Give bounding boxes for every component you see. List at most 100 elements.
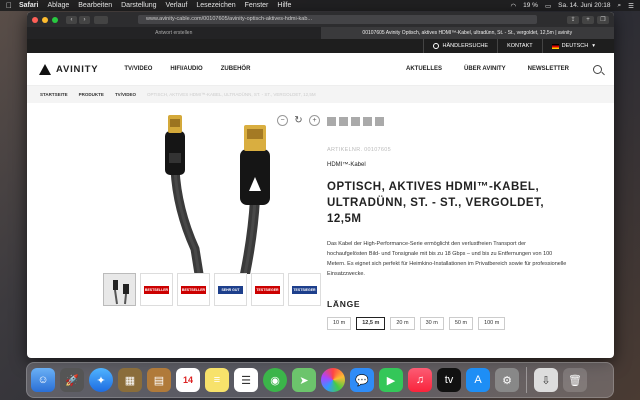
calendar-icon[interactable]: 14: [176, 368, 200, 392]
nav-tv-video[interactable]: TV/VIDEO: [124, 66, 152, 72]
downloads-icon[interactable]: ⇩: [534, 368, 558, 392]
menu-verlauf[interactable]: Verlauf: [166, 2, 188, 9]
finder-icon[interactable]: ☺: [31, 368, 55, 392]
menu-app[interactable]: Safari: [19, 2, 38, 9]
product-description: Das Kabel der High-Performance-Serie erm…: [327, 241, 567, 277]
rotate-icon[interactable]: ↻: [293, 115, 304, 126]
product-title: OPTISCH, AKTIVES HDMI™-KABEL, ULTRADÜNN,…: [327, 181, 545, 225]
nav-ueber-avinity[interactable]: ÜBER AVINITY: [464, 66, 506, 72]
avinity-logo[interactable]: AVINITY: [39, 63, 99, 75]
trash-icon[interactable]: 🗑: [563, 368, 587, 392]
length-option-30m[interactable]: 30 m: [419, 317, 444, 330]
nav-aktuelles[interactable]: AKTUELLES: [406, 66, 442, 72]
dealer-search-label: HÄNDLERSUCHE: [442, 43, 489, 49]
thumbnail-3[interactable]: BESTSELLER: [177, 273, 210, 306]
length-option-100m[interactable]: 100 m: [478, 317, 506, 330]
battery-percent[interactable]: 19 %: [523, 2, 538, 9]
wifi-icon[interactable]: ◠: [510, 2, 516, 10]
close-window-button[interactable]: [32, 16, 38, 23]
nav-zubehoer[interactable]: ZUBEHÖR: [221, 66, 251, 72]
cable-thumbnail-icon: [113, 280, 129, 305]
notes-book-icon[interactable]: ▤: [147, 368, 171, 392]
nav-hifi-audio[interactable]: HIFI/AUDIO: [170, 66, 202, 72]
german-flag-icon: [551, 43, 559, 49]
menu-fenster[interactable]: Fenster: [245, 2, 269, 9]
sidebar-toggle-button[interactable]: [94, 15, 108, 24]
length-option-20m[interactable]: 20 m: [390, 317, 415, 330]
zoom-out-icon[interactable]: −: [277, 115, 288, 126]
thumbnail-4[interactable]: SEHR GUT: [214, 273, 247, 306]
facetime-icon[interactable]: ▶: [379, 368, 403, 392]
menu-lesezeichen[interactable]: Lesezeichen: [196, 2, 235, 9]
history-nav: ‹ ›: [66, 15, 90, 24]
length-label: LÄNGE: [327, 299, 361, 309]
avinity-logo-mark-icon: [39, 63, 51, 75]
app-store-icon[interactable]: A: [466, 368, 490, 392]
launchpad-icon[interactable]: 🚀: [60, 368, 84, 392]
zoom-in-icon[interactable]: +: [309, 115, 320, 126]
control-center-icon[interactable]: ☰: [628, 2, 634, 10]
breadcrumb-startseite[interactable]: STARTSEITE: [40, 92, 68, 97]
music-icon[interactable]: ♫: [408, 368, 432, 392]
nav-newsletter[interactable]: NEWSLETTER: [528, 66, 569, 72]
length-option-10m[interactable]: 10 m: [327, 317, 352, 330]
product-image[interactable]: [127, 109, 327, 274]
chevron-down-icon: ▾: [592, 43, 595, 49]
swatch[interactable]: [363, 117, 372, 126]
contact-link[interactable]: KONTAKT: [497, 39, 542, 53]
tab-bar: Antwort erstellen 00107605 Avinity Optis…: [27, 27, 614, 39]
safari-icon[interactable]: ✦: [89, 368, 113, 392]
apple-tv-icon[interactable]: tv: [437, 368, 461, 392]
thumbnail-6[interactable]: TESTSIEGER: [288, 273, 321, 306]
address-bar[interactable]: www.avinity-cable.com/00107605/avinity-o…: [138, 15, 537, 24]
window-controls: [32, 16, 58, 23]
maps-icon[interactable]: ➤: [292, 368, 316, 392]
thumbnail-1[interactable]: [103, 273, 136, 306]
breadcrumb-current: OPTISCH, AKTIVES HDMI™-KABEL, ULTRADÜNN,…: [146, 92, 316, 97]
clock[interactable]: Sa. 14. Juni 20:18: [558, 2, 610, 9]
breadcrumb-produkte[interactable]: PRODUKTE: [79, 92, 104, 97]
article-number: ARTIKELNR. 00107605: [327, 147, 391, 153]
messages-icon[interactable]: 💬: [350, 368, 374, 392]
new-tab-icon[interactable]: +: [582, 15, 594, 24]
findmy-icon[interactable]: ◉: [263, 368, 287, 392]
breadcrumb-tv-video[interactable]: TV/VIDEO: [115, 92, 136, 97]
fullscreen-window-button[interactable]: [52, 16, 58, 23]
language-label: DEUTSCH: [561, 43, 589, 49]
notes-icon[interactable]: ≡: [205, 368, 229, 392]
swatch[interactable]: [375, 117, 384, 126]
forward-button[interactable]: ›: [79, 15, 90, 24]
tab-overview-icon[interactable]: ❐: [597, 15, 609, 24]
menu-darstellung[interactable]: Darstellung: [121, 2, 156, 9]
award-badge: TESTSIEGER: [255, 286, 280, 294]
swatch[interactable]: [327, 117, 336, 126]
battery-icon[interactable]: ▭: [545, 2, 551, 10]
menu-ablage[interactable]: Ablage: [47, 2, 69, 9]
dealer-search-link[interactable]: HÄNDLERSUCHE: [422, 39, 498, 53]
photos-icon[interactable]: [321, 368, 345, 392]
apple-menu-icon[interactable]: : [6, 1, 12, 10]
location-pin-icon: [432, 43, 439, 49]
system-preferences-icon[interactable]: ⚙: [495, 368, 519, 392]
swatch[interactable]: [339, 117, 348, 126]
menu-hilfe[interactable]: Hilfe: [277, 2, 291, 9]
preview-icon[interactable]: ▦: [118, 368, 142, 392]
swatch[interactable]: [351, 117, 360, 126]
length-option-50m[interactable]: 50 m: [448, 317, 474, 330]
menu-bearbeiten[interactable]: Bearbeiten: [78, 2, 112, 9]
spotlight-icon[interactable]: ⌕: [618, 2, 622, 10]
tab-reply[interactable]: Antwort erstellen: [27, 27, 321, 39]
logo-text: AVINITY: [56, 63, 99, 75]
breadcrumb: STARTSEITE PRODUKTE TV/VIDEO OPTISCH, AK…: [27, 86, 614, 103]
search-icon[interactable]: [593, 64, 602, 74]
language-select[interactable]: DEUTSCH ▾: [541, 39, 604, 53]
thumbnail-2[interactable]: BESTSELLER: [140, 273, 173, 306]
minimize-window-button[interactable]: [42, 16, 48, 23]
tab-product[interactable]: 00107605 Avinity Optisch, aktives HDMI™-…: [320, 27, 614, 39]
thumbnail-5[interactable]: TESTSIEGER: [251, 273, 284, 306]
length-option-12-5m[interactable]: 12,5 m: [356, 317, 386, 330]
share-icon[interactable]: ⇪: [567, 15, 579, 24]
dock-separator: [526, 367, 527, 393]
back-button[interactable]: ‹: [66, 15, 77, 24]
reminders-icon[interactable]: ☰: [234, 368, 258, 392]
